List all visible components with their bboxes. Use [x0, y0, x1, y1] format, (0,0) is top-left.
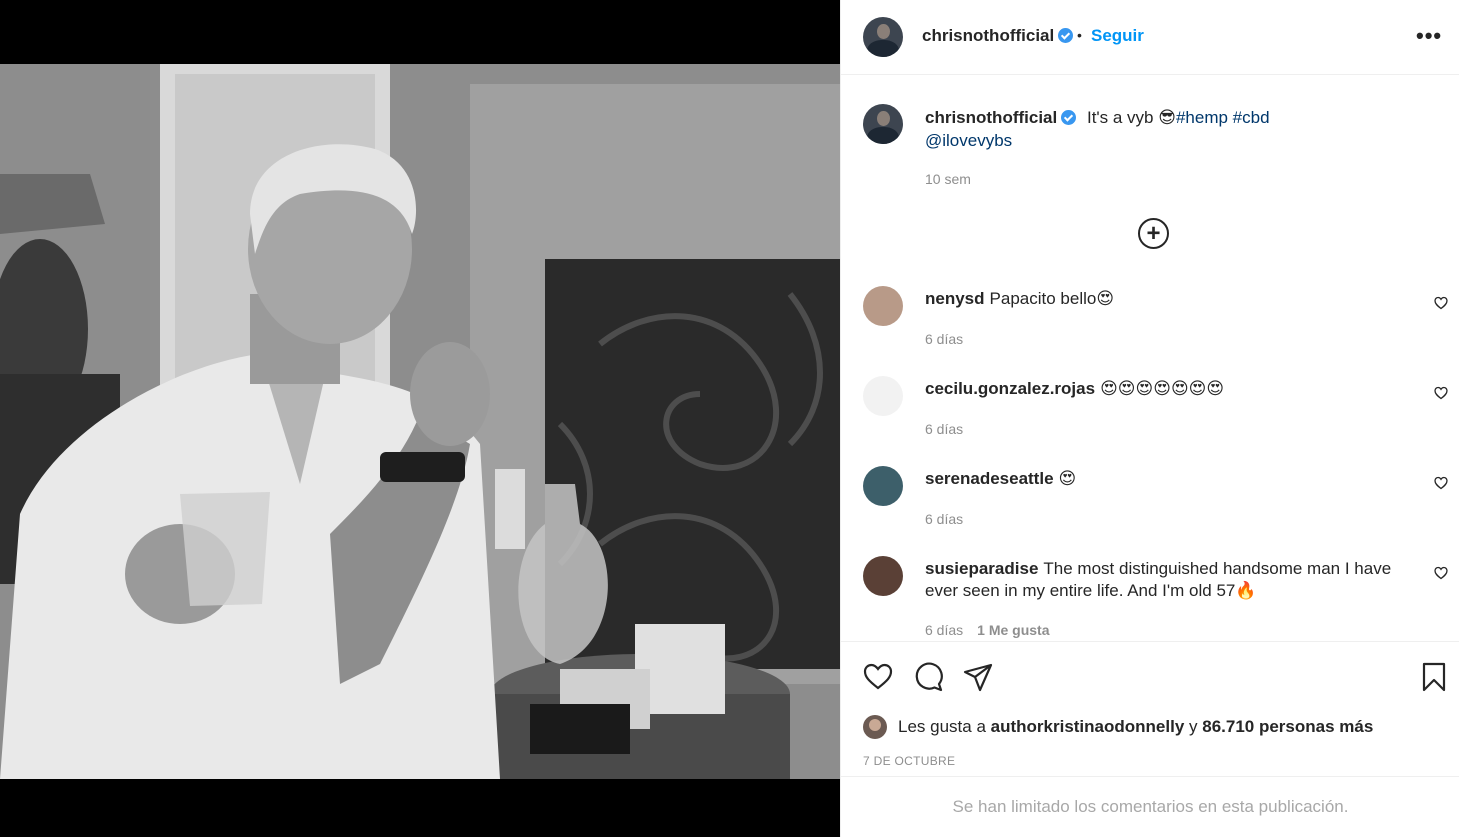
comment-meta: 6 días 1 Me gusta — [925, 622, 1050, 638]
comment-meta: 6 días — [925, 421, 977, 437]
comment-avatar[interactable] — [863, 556, 903, 596]
author-avatar[interactable] — [863, 17, 903, 57]
verified-icon — [1058, 28, 1074, 43]
comment-avatar[interactable] — [863, 466, 903, 506]
comment-body: Papacito bello😍 — [989, 289, 1115, 308]
liker-avatar[interactable] — [863, 715, 887, 739]
heart-icon[interactable] — [863, 662, 893, 692]
add-circle-icon[interactable]: + — [1138, 218, 1169, 249]
comment-text: serenadeseattle 😍 — [925, 468, 1405, 490]
post-photo-art — [0, 64, 840, 779]
comment-time[interactable]: 6 días — [925, 421, 963, 437]
comment-time[interactable]: 6 días — [925, 511, 963, 527]
heart-icon[interactable] — [1434, 476, 1448, 490]
comment-avatar[interactable] — [863, 286, 903, 326]
comment-body: 😍😍😍😍😍😍😍 — [1100, 379, 1225, 398]
caption-avatar[interactable] — [863, 104, 903, 144]
comment-username[interactable]: susieparadise — [925, 559, 1038, 578]
author-username[interactable]: chrisnothofficial — [922, 26, 1074, 46]
comment-username[interactable]: serenadeseattle — [925, 469, 1054, 488]
bookmark-icon[interactable] — [1419, 662, 1449, 692]
likes-count[interactable]: 86.710 personas más — [1202, 717, 1373, 737]
comment-body: 😍 — [1058, 469, 1077, 488]
liker-username[interactable]: authorkristinaodonnelly — [991, 717, 1185, 737]
likes-joiner: y — [1189, 717, 1198, 736]
comment-icon[interactable] — [913, 662, 943, 692]
comment-time[interactable]: 6 días — [925, 622, 963, 638]
comment-time[interactable]: 6 días — [925, 331, 963, 347]
comment-likes[interactable]: 1 Me gusta — [977, 622, 1049, 638]
heart-icon[interactable] — [1434, 296, 1448, 310]
caption-text: chrisnothofficial It's a vyb 😎#hemp #cbd… — [925, 106, 1365, 152]
verified-icon — [1061, 110, 1077, 125]
caption-body: It's a vyb 😎 — [1086, 108, 1176, 127]
comment-meta: 6 días — [925, 331, 977, 347]
caption-mention[interactable]: @ilovevybs — [925, 131, 1012, 150]
comment-text: susieparadise The most distinguished hand… — [925, 558, 1405, 602]
post-media[interactable] — [0, 0, 840, 837]
header-separator: • — [1077, 27, 1082, 43]
comment-meta: 6 días — [925, 511, 977, 527]
likes-prefix: Les gusta a — [898, 717, 986, 736]
comment-text: cecilu.gonzalez.rojas 😍😍😍😍😍😍😍 — [925, 378, 1405, 400]
follow-button[interactable]: Seguir — [1091, 26, 1144, 46]
post-date[interactable]: 7 DE OCTUBRE — [863, 754, 955, 768]
more-icon[interactable]: ••• — [1416, 25, 1442, 47]
caption-hashtags[interactable]: #hemp #cbd — [1176, 108, 1270, 127]
caption-username[interactable]: chrisnothofficial — [925, 108, 1077, 127]
heart-icon[interactable] — [1434, 386, 1448, 400]
post-panel: chrisnothofficial • Seguir ••• chrisnoth… — [840, 0, 1459, 837]
comments-limited-notice: Se han limitado los comentarios en esta … — [841, 776, 1459, 837]
comment-avatar[interactable] — [863, 376, 903, 416]
caption-time[interactable]: 10 sem — [925, 171, 971, 187]
heart-icon[interactable] — [1434, 566, 1448, 580]
post-header: chrisnothofficial • Seguir ••• — [841, 0, 1459, 75]
likes-summary: Les gusta a authorkristinaodonnelly y 86… — [863, 714, 1373, 740]
comments-list[interactable]: chrisnothofficial It's a vyb 😎#hemp #cbd… — [841, 76, 1459, 641]
comment-username[interactable]: nenysd — [925, 289, 985, 308]
comment-username[interactable]: cecilu.gonzalez.rojas — [925, 379, 1095, 398]
share-icon[interactable] — [963, 662, 993, 692]
post-actions: Les gusta a authorkristinaodonnelly y 86… — [841, 641, 1459, 775]
post-photo[interactable] — [0, 64, 840, 779]
comment-text: nenysd Papacito bello😍 — [925, 288, 1405, 310]
